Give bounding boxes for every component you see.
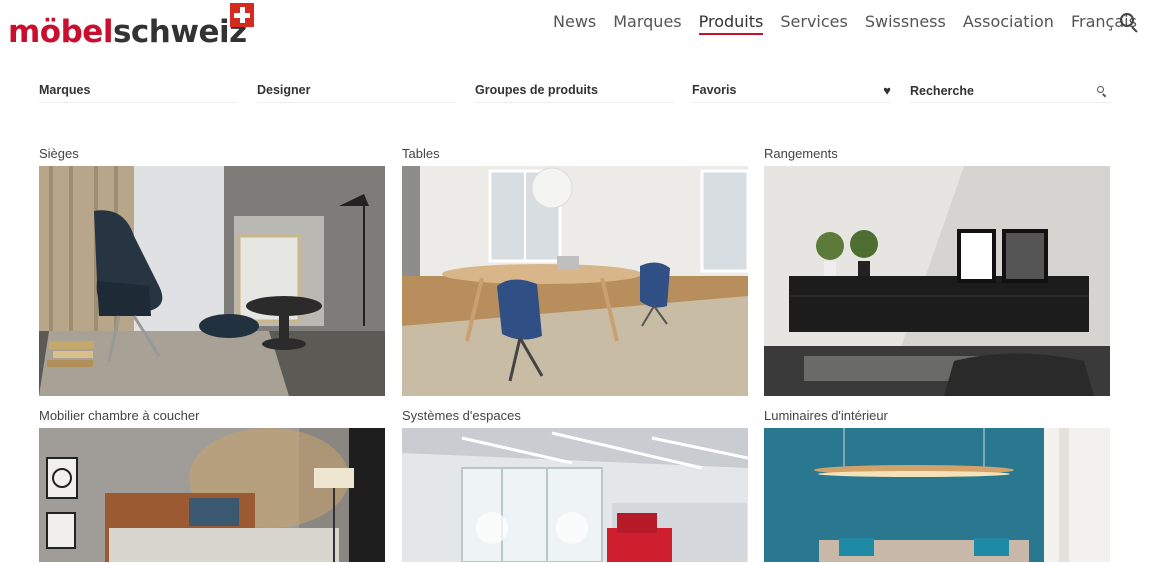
category-title: Sièges — [39, 146, 79, 161]
swiss-flag-icon — [230, 3, 254, 27]
filter-product-groups[interactable]: Groupes de produits — [475, 81, 674, 103]
category-title: Rangements — [764, 146, 838, 161]
nav-produits[interactable]: Produits — [698, 12, 764, 35]
nav-association[interactable]: Association — [963, 12, 1054, 35]
category-image-indoor-lighting[interactable] — [764, 428, 1110, 562]
search-input[interactable] — [910, 81, 1085, 101]
category-tables[interactable]: Tables — [402, 146, 748, 396]
filter-search — [910, 81, 1111, 103]
heart-icon: ♥ — [883, 83, 891, 98]
category-image-tables[interactable] — [402, 166, 748, 396]
logo[interactable]: möbelschweiz — [8, 3, 254, 48]
category-image-space-systems[interactable] — [402, 428, 748, 562]
filter-product-groups-label: Groupes de produits — [475, 83, 598, 97]
logo-moebel: möbel — [8, 14, 113, 50]
nav-services[interactable]: Services — [780, 12, 847, 35]
logo-text: möbelschweiz — [8, 17, 247, 48]
main-nav: News Marques Produits Services Swissness… — [553, 12, 1154, 35]
search-icon[interactable] — [1119, 12, 1139, 33]
category-title: Mobilier chambre à coucher — [39, 408, 200, 423]
category-title: Systèmes d'espaces — [402, 408, 521, 423]
category-image-bedroom[interactable] — [39, 428, 385, 562]
search-icon[interactable] — [1097, 86, 1107, 98]
category-image-seating[interactable] — [39, 166, 385, 396]
filter-designer[interactable]: Designer — [257, 81, 456, 103]
nav-marques[interactable]: Marques — [613, 12, 681, 35]
category-title: Luminaires d'intérieur — [764, 408, 888, 423]
nav-news[interactable]: News — [553, 12, 596, 35]
filter-favorites-label: Favoris — [692, 83, 737, 97]
category-space-systems[interactable]: Systèmes d'espaces — [402, 408, 748, 562]
filter-brands[interactable]: Marques — [39, 81, 238, 103]
filter-designer-label: Designer — [257, 83, 311, 97]
category-bedroom[interactable]: Mobilier chambre à coucher — [39, 408, 385, 562]
filter-bar: Marques Designer Groupes de produits Fav… — [39, 81, 1111, 103]
category-image-storage[interactable] — [764, 166, 1110, 396]
category-indoor-lighting[interactable]: Luminaires d'intérieur — [764, 408, 1110, 562]
filter-favorites[interactable]: Favoris ♥ — [692, 81, 891, 103]
category-seating[interactable]: Sièges — [39, 146, 385, 396]
logo-schweiz: schweiz — [112, 14, 247, 50]
filter-brands-label: Marques — [39, 83, 91, 97]
category-title: Tables — [402, 146, 440, 161]
category-storage[interactable]: Rangements — [764, 146, 1110, 396]
nav-swissness[interactable]: Swissness — [865, 12, 946, 35]
